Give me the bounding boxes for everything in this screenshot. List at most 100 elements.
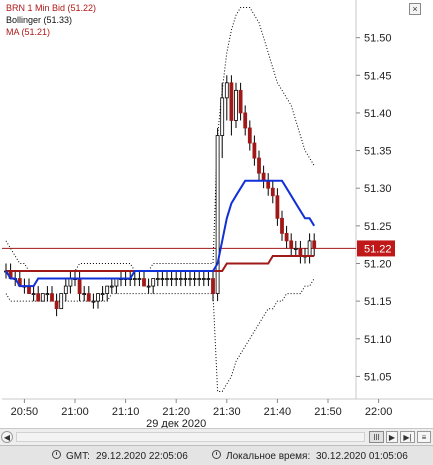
legend-instrument: BRN 1 Min Bid (51.22) [6, 3, 97, 13]
status-bar: GMT: 29.12.2020 22:05:06 Локальное время… [0, 445, 433, 465]
candle-body [178, 278, 183, 280]
chart-area[interactable]: 51.05 51.10 51.15 51.20 51.25 51.30 51.35 51.40… [0, 0, 433, 428]
candle-body [252, 142, 257, 159]
y-tick-label: 51.50 [364, 33, 392, 45]
candle-body [151, 278, 156, 287]
candle-body [257, 157, 261, 174]
candle-body [40, 293, 45, 302]
current-price-label: 51.22 [364, 243, 392, 255]
scroll-track[interactable] [16, 432, 365, 442]
scroll-settings-button[interactable]: ≡ [417, 431, 431, 443]
candle-body [197, 278, 202, 280]
candle-body [289, 240, 294, 249]
x-tick-label: 21:30 [213, 406, 241, 418]
x-tick-label: 20:50 [11, 406, 39, 418]
candle-body [54, 300, 59, 310]
x-tick-label: 21:20 [162, 406, 190, 418]
x-tick-label: 21:40 [264, 406, 292, 418]
legend-bollinger: Bollinger (51.33) [6, 15, 73, 25]
candle-body [169, 278, 174, 280]
local-time-label: Локальное время: [226, 451, 311, 462]
candle-body [137, 278, 142, 280]
candle-body [36, 293, 41, 302]
candle-body [31, 293, 36, 296]
grip-icon [378, 434, 379, 440]
grip-icon [374, 434, 375, 440]
y-tick-label: 51.45 [364, 70, 392, 82]
y-tick-label: 51.25 [364, 221, 392, 233]
candle-body [261, 172, 266, 182]
candle-body [155, 278, 160, 280]
candle-body [215, 135, 220, 295]
gmt-label: GMT: [66, 451, 90, 462]
candle-body [59, 293, 64, 310]
price-chart[interactable]: 51.05 51.10 51.15 51.20 51.25 51.30 51.35 51.40… [0, 0, 433, 428]
candle-body [201, 278, 206, 280]
candle-body [247, 127, 252, 144]
local-time: 30.12.2020 01:05:06 [316, 451, 408, 462]
candle-body [243, 112, 248, 129]
candle-body [224, 82, 229, 99]
candle-body [192, 278, 197, 280]
candle-body [238, 89, 243, 114]
scroll-end-button[interactable]: ▶| [400, 431, 415, 443]
x-tick-label: 21:50 [314, 406, 342, 418]
candle-body [50, 293, 54, 302]
y-tick-label: 51.05 [364, 371, 392, 383]
candle-body [183, 278, 188, 280]
candle-body [68, 278, 73, 287]
chart-scrollbar[interactable]: ◀ ▶ ▶| ≡ [0, 428, 433, 445]
candle-body [298, 248, 303, 257]
y-tick-label: 51.35 [364, 146, 392, 158]
clock-icon [52, 450, 61, 459]
candle-body [206, 278, 211, 280]
candle-body [96, 293, 100, 302]
date-label: 29 дек 2020 [146, 418, 206, 428]
scroll-left-button[interactable]: ◀ [1, 431, 13, 443]
candle-body [160, 278, 165, 280]
scroll-right-icon: ▶ [388, 433, 396, 442]
candle-body [270, 187, 275, 197]
candle-body [91, 300, 96, 303]
candle-body [109, 285, 114, 288]
x-tick-label: 21:00 [61, 406, 89, 418]
settings-icon: ≡ [421, 433, 427, 442]
candle-body [105, 285, 110, 295]
candle-body [293, 248, 298, 250]
clock-icon [212, 450, 221, 459]
scroll-thumb[interactable] [369, 431, 384, 443]
candle-body [211, 278, 215, 295]
y-tick-label: 51.20 [364, 258, 392, 270]
candle-body [280, 217, 284, 234]
candle-body [174, 278, 179, 280]
y-tick-label: 51.10 [364, 334, 392, 346]
candle-body [86, 293, 91, 302]
x-tick-label: 21:10 [112, 406, 140, 418]
legend-ma: MA (51.21) [6, 27, 51, 37]
close-chart-button[interactable]: × [409, 3, 421, 15]
candle-body [188, 278, 192, 280]
gmt-time: 29.12.2020 22:05:06 [96, 451, 188, 462]
scroll-right-button[interactable]: ▶ [386, 431, 398, 443]
bollinger-upper-line [5, 7, 315, 272]
scroll-left-icon: ◀ [3, 433, 11, 442]
candle-body [45, 293, 50, 296]
y-tick-label: 51.15 [364, 296, 392, 308]
y-tick-label: 51.30 [364, 183, 392, 195]
candle-body [284, 232, 289, 242]
candle-body [77, 278, 82, 295]
x-tick-label: 22:00 [365, 406, 393, 418]
candle-body [275, 195, 280, 219]
candle-body [100, 293, 105, 296]
candle-body [132, 278, 137, 280]
candle-body [220, 97, 225, 136]
candle-body [312, 240, 317, 249]
candle-body [307, 240, 312, 257]
candle-body [146, 285, 151, 288]
candle-body [165, 278, 169, 280]
candle-body [142, 278, 146, 287]
y-tick-label: 51.40 [364, 108, 392, 120]
candle-body [114, 278, 119, 287]
candle-body [82, 293, 87, 296]
candle-body [229, 82, 234, 121]
